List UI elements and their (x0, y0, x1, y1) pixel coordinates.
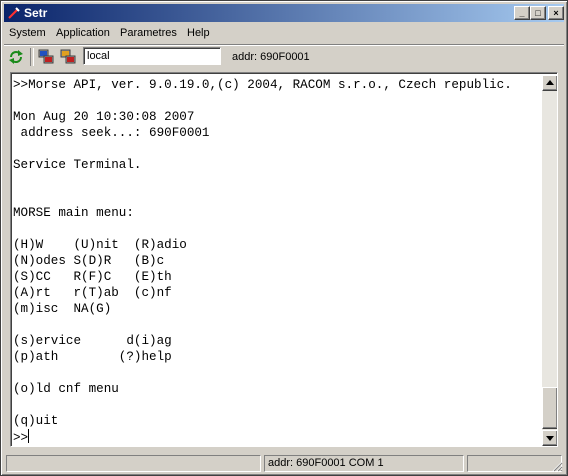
terminal-line: (m)isc NA(G) (13, 302, 112, 316)
refresh-icon[interactable] (7, 48, 25, 66)
terminal-line: >> (13, 429, 30, 445)
resize-grip-icon[interactable] (551, 460, 563, 472)
terminal-line: (H)W (U)nit (R)adio (13, 238, 187, 252)
disconnect-icon[interactable] (59, 48, 77, 66)
scroll-down-button[interactable] (542, 430, 557, 446)
menu-system[interactable]: System (9, 26, 46, 40)
toolbar: local addr: 690F0001 (4, 44, 564, 69)
terminal-line: (N)odes S(D)R (B)c (13, 254, 165, 268)
window-title: Setr (24, 6, 48, 20)
terminal-line: (o)ld cnf menu (13, 382, 119, 396)
connect-icon[interactable] (37, 48, 55, 66)
maximize-button[interactable]: □ (530, 6, 546, 20)
terminal-line: address seek...: 690F0001 (13, 126, 210, 140)
scroll-up-button[interactable] (542, 75, 557, 91)
terminal-line: >>Morse API, ver. 9.0.19.0,(c) 2004, RAC… (13, 78, 512, 92)
menu-application[interactable]: Application (56, 26, 110, 40)
vertical-scrollbar[interactable] (542, 75, 557, 446)
terminal-line: (s)ervice d(i)ag (13, 334, 172, 348)
text-cursor (28, 429, 30, 443)
terminal-line: Mon Aug 20 10:30:08 2007 (13, 110, 195, 124)
status-pane-connection: addr: 690F0001 COM 1 (264, 455, 464, 472)
menu-parametres[interactable]: Parametres (120, 26, 177, 40)
terminal-line: MORSE main menu: (13, 206, 134, 220)
app-window: Setr _ □ × System Application Parametres… (0, 0, 568, 476)
menu-bar: System Application Parametres Help (4, 24, 564, 42)
arrow-down-icon (546, 436, 554, 441)
status-bar: addr: 690F0001 COM 1 (4, 454, 564, 473)
status-pane-left (6, 455, 261, 472)
terminal-text: >>Morse API, ver. 9.0.19.0,(c) 2004, RAC… (13, 77, 541, 445)
terminal-line: (A)rt r(T)ab (c)nf (13, 286, 172, 300)
terminal-line: (S)CC R(F)C (E)th (13, 270, 172, 284)
title-bar[interactable]: Setr _ □ × (4, 4, 564, 22)
terminal-line: Service Terminal. (13, 158, 142, 172)
minimize-button[interactable]: _ (514, 6, 530, 20)
arrow-up-icon (546, 80, 554, 85)
terminal-output[interactable]: >>Morse API, ver. 9.0.19.0,(c) 2004, RAC… (10, 72, 558, 447)
status-pane-right (467, 455, 562, 472)
address-label: addr: 690F0001 (232, 51, 310, 63)
app-icon (8, 7, 20, 19)
connection-combo[interactable]: local (83, 47, 221, 65)
terminal-line: (q)uit (13, 414, 59, 428)
menu-help[interactable]: Help (187, 26, 210, 40)
toolbar-separator (30, 48, 34, 66)
close-button[interactable]: × (548, 6, 564, 20)
terminal-line: (p)ath (?)help (13, 350, 172, 364)
scroll-thumb[interactable] (542, 387, 557, 429)
